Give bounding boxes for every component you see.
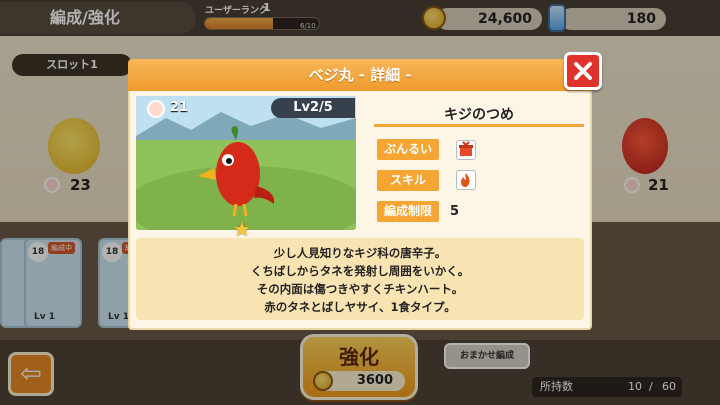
item-underline xyxy=(374,124,584,127)
stat-label-category: ぶんるい xyxy=(377,139,439,160)
portrait-count: 21 xyxy=(170,100,189,115)
close-button[interactable] xyxy=(564,52,602,90)
character-description: 少し人見知りなキジ科の唐辛子。 くちばしからタネを発射し周囲をいかく。 その内面… xyxy=(136,238,584,320)
description-line: 少し人見知りなキジ科の唐辛子。 xyxy=(273,246,447,260)
formation-limit-value: 5 xyxy=(450,204,460,219)
item-name: キジのつめ xyxy=(444,107,514,123)
fire-skill-icon xyxy=(456,170,476,190)
level-badge: Lv2/5 xyxy=(271,98,355,118)
stat-label-skill: スキル xyxy=(377,170,439,191)
description-line: くちばしからタネを発射し周囲をいかく。 xyxy=(250,264,470,278)
close-icon xyxy=(574,62,592,80)
stat-label-limit: 編成制限 xyxy=(377,201,439,222)
character-count-icon xyxy=(147,100,165,118)
category-icon xyxy=(456,140,476,160)
modal-title: ベジ丸 - 詳細 - xyxy=(128,59,592,91)
description-line: その内面は傷つきやすくチキンハート。 xyxy=(256,282,464,296)
description-line: 赤のタネとばしヤサイ、1食タイプ。 xyxy=(264,300,456,314)
